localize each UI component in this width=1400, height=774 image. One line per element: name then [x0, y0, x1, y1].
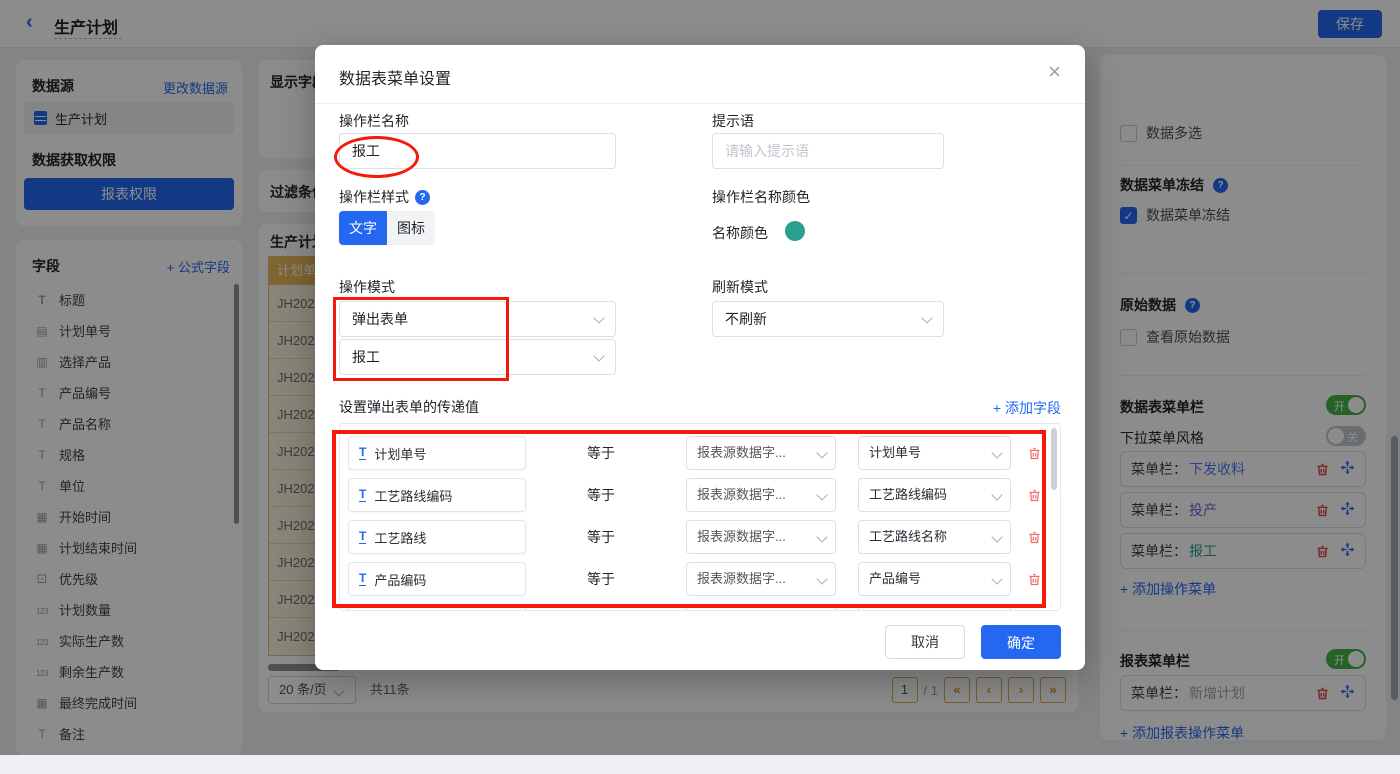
source-field-value: 计划单号: [869, 445, 922, 460]
chevron-down-icon: [921, 312, 933, 324]
source-type-select[interactable]: 报表源数据字...: [686, 478, 836, 512]
trash-icon[interactable]: [1027, 446, 1042, 461]
source-field-select[interactable]: 产品编号: [858, 562, 1011, 596]
action-mode-select[interactable]: 弹出表单: [339, 301, 616, 337]
chevron-down-icon: [593, 350, 605, 362]
field-chip[interactable]: T 工艺路线: [348, 520, 526, 554]
text-field-icon: T: [359, 529, 367, 544]
field-chip[interactable]: T 工艺路线编码: [348, 478, 526, 512]
chevron-down-icon: [816, 447, 828, 459]
field-chip[interactable]: T: [348, 604, 526, 610]
text-field-icon: T: [359, 487, 367, 502]
field-chip-label: 产品编码: [374, 572, 427, 588]
source-type-select[interactable]: [686, 604, 836, 610]
source-field-select[interactable]: [858, 604, 1011, 610]
action-name-label: 操作栏名称: [339, 113, 409, 129]
pass-value-row: T 工艺路线编码 等于 报表源数据字... 工艺路线编码: [348, 478, 1060, 512]
operator-label: 等于: [587, 529, 615, 545]
operator-label: 等于: [587, 445, 615, 461]
source-field-select[interactable]: 工艺路线编码: [858, 478, 1011, 512]
text-field-icon: T: [359, 571, 367, 586]
help-icon[interactable]: ?: [415, 189, 430, 205]
close-icon[interactable]: ×: [1048, 59, 1061, 85]
trash-icon[interactable]: [1027, 572, 1042, 587]
table-menu-settings-dialog: 数据表菜单设置 × 操作栏名称 报工 提示语 请输入提示语 操作栏样式 ? 文字…: [315, 45, 1085, 670]
chevron-down-icon: [991, 447, 1003, 459]
trash-icon[interactable]: [1027, 530, 1042, 545]
source-field-value: 工艺路线名称: [869, 529, 948, 544]
chevron-down-icon: [816, 489, 828, 501]
color-name-text: 名称颜色: [712, 225, 768, 241]
source-field-select[interactable]: 工艺路线名称: [858, 520, 1011, 554]
page-scrollbar[interactable]: [1391, 436, 1398, 700]
divider: [315, 103, 1085, 104]
cancel-button[interactable]: 取消: [885, 625, 965, 659]
pass-values-list: T 计划单号 等于 报表源数据字... 计划单号 T 工艺路线编码 等于 报表源数据…: [339, 423, 1061, 611]
pass-value-row: T 计划单号 等于 报表源数据字... 计划单号: [348, 436, 1060, 470]
operator-label: 等于: [587, 487, 615, 503]
form-select[interactable]: 报工: [339, 339, 616, 375]
source-type-value: 报表源数据字...: [697, 487, 786, 502]
dialog-title: 数据表菜单设置: [339, 71, 452, 88]
chevron-down-icon: [991, 531, 1003, 543]
refresh-mode-label: 刷新模式: [712, 279, 768, 295]
action-style-label: 操作栏样式 ?: [339, 187, 430, 207]
source-type-value: 报表源数据字...: [697, 571, 786, 586]
pass-values-label: 设置弹出表单的传递值: [339, 399, 479, 415]
source-type-value: 报表源数据字...: [697, 445, 786, 460]
source-type-select[interactable]: 报表源数据字...: [686, 562, 836, 596]
confirm-button[interactable]: 确定: [981, 625, 1061, 659]
operator-label: 等于: [587, 571, 615, 587]
field-chip-label: 计划单号: [374, 446, 427, 462]
action-style-label-text: 操作栏样式: [339, 189, 409, 205]
source-field-value: 工艺路线编码: [869, 487, 948, 502]
pass-value-row: T 工艺路线 等于 报表源数据字... 工艺路线名称: [348, 520, 1060, 554]
field-chip-label: 工艺路线: [374, 530, 427, 546]
tab-icon-style[interactable]: 图标: [387, 211, 435, 245]
source-type-select[interactable]: 报表源数据字...: [686, 436, 836, 470]
source-field-select[interactable]: 计划单号: [858, 436, 1011, 470]
refresh-mode-select[interactable]: 不刷新: [712, 301, 944, 337]
style-tab-group: 文字 图标: [339, 211, 435, 245]
chevron-down-icon: [816, 573, 828, 585]
hint-placeholder: 请输入提示语: [725, 143, 809, 159]
tab-text-style[interactable]: 文字: [339, 211, 387, 245]
action-mode-label: 操作模式: [339, 279, 395, 295]
form-select-value: 报工: [352, 349, 380, 365]
text-field-icon: T: [359, 445, 367, 460]
action-name-input[interactable]: 报工: [339, 133, 616, 169]
trash-icon[interactable]: [1027, 488, 1042, 503]
source-type-value: 报表源数据字...: [697, 529, 786, 544]
name-color-label: 操作栏名称颜色: [712, 189, 810, 205]
action-name-value: 报工: [352, 143, 380, 159]
field-chip[interactable]: T 计划单号: [348, 436, 526, 470]
color-swatch[interactable]: [785, 221, 805, 241]
hint-label: 提示语: [712, 113, 754, 129]
pass-value-row: T 等于: [348, 604, 1060, 610]
field-chip[interactable]: T 产品编码: [348, 562, 526, 596]
chevron-down-icon: [991, 489, 1003, 501]
add-field-link[interactable]: + 添加字段: [993, 398, 1061, 418]
action-mode-value: 弹出表单: [352, 311, 408, 327]
list-scrollbar[interactable]: [1051, 428, 1057, 490]
source-field-value: 产品编号: [869, 571, 922, 586]
field-chip-label: 工艺路线编码: [374, 488, 453, 504]
source-type-select[interactable]: 报表源数据字...: [686, 520, 836, 554]
refresh-mode-value: 不刷新: [725, 311, 767, 327]
chevron-down-icon: [593, 312, 605, 324]
hint-input[interactable]: 请输入提示语: [712, 133, 944, 169]
chevron-down-icon: [991, 573, 1003, 585]
chevron-down-icon: [816, 531, 828, 543]
pass-value-row: T 产品编码 等于 报表源数据字... 产品编号: [348, 562, 1060, 596]
